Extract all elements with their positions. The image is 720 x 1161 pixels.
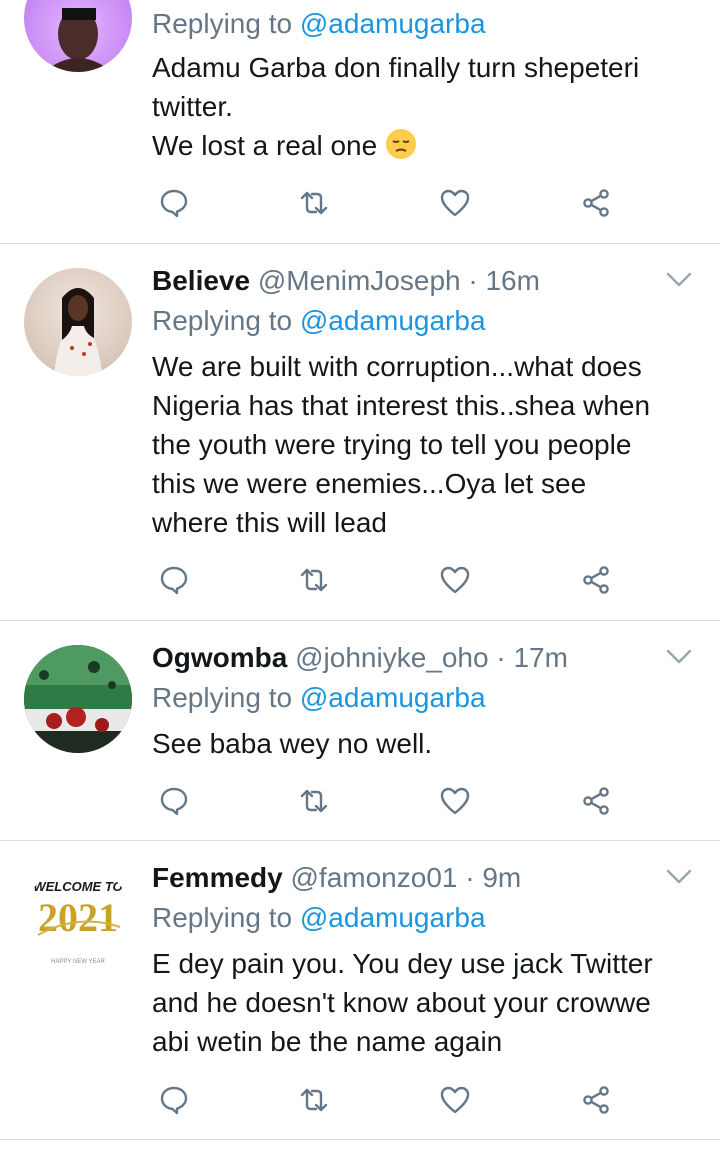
replying-label: Replying to — [152, 305, 293, 336]
share-icon — [583, 1086, 609, 1114]
text-line: See baba wey no well. — [152, 728, 433, 759]
timestamp: · 17m — [496, 642, 568, 673]
text-line: Adamu Garba don finally turn shepeteri — [152, 52, 640, 83]
like-button[interactable] — [435, 781, 475, 821]
timestamp: · 16m — [468, 265, 540, 296]
avatar-image: WELCOME TO 2021 HAPPY NEW YEAR — [33, 879, 122, 965]
tweet-text: We are built with corruption...what does… — [152, 347, 700, 542]
avatar-text-line: WELCOME TO — [33, 879, 122, 894]
pensive-face-icon — [385, 128, 417, 160]
reply-button[interactable] — [154, 560, 194, 600]
avatar[interactable] — [24, 268, 132, 376]
tweet-header: Believe @MenimJoseph · 16m — [152, 261, 700, 301]
retweet-button[interactable] — [294, 183, 334, 223]
replying-label: Replying to — [152, 8, 293, 39]
mention-link[interactable]: @adamugarba — [300, 902, 486, 933]
share-icon — [583, 566, 609, 594]
share-icon — [583, 787, 609, 815]
share-icon — [583, 189, 609, 217]
tweet[interactable]: Believe @MenimJoseph · 16m Replying to @… — [0, 244, 720, 621]
mention-link[interactable]: @adamugarba — [300, 305, 486, 336]
display-name[interactable]: Believe — [152, 265, 250, 296]
tweet-header: Ogwomba @johniyke_oho · 17m — [152, 638, 700, 678]
text-line: We are built with corruption...what does — [152, 351, 642, 382]
heart-icon — [440, 787, 470, 815]
reply-button[interactable] — [154, 1080, 194, 1120]
text-line: E dey pain you. You dey use jack Twitter — [152, 948, 653, 979]
reply-icon — [160, 787, 188, 816]
text-line: abi wetin be the name again — [152, 1026, 503, 1057]
retweet-icon — [300, 1088, 328, 1112]
heart-icon — [440, 566, 470, 594]
avatar[interactable] — [24, 0, 132, 72]
avatar-photo — [24, 645, 132, 753]
retweet-button[interactable] — [294, 781, 334, 821]
text-line: the youth were trying to tell you people — [152, 429, 632, 460]
replying-to: Replying to @adamugarba — [152, 4, 700, 44]
display-name[interactable]: Femmedy — [152, 862, 283, 893]
display-name[interactable]: Ogwomba — [152, 642, 287, 673]
replying-label: Replying to — [152, 682, 293, 713]
reply-icon — [160, 1086, 188, 1115]
tweet[interactable]: Ogwomba @johniyke_oho · 17m Replying to … — [0, 621, 720, 841]
text-line: where this will lead — [152, 507, 387, 538]
tweet-text: Adamu Garba don finally turn shepeteri t… — [152, 48, 700, 165]
text-line: twitter. — [152, 91, 233, 122]
like-button[interactable] — [435, 183, 475, 223]
user-handle[interactable]: @johniyke_oho — [295, 642, 488, 673]
user-handle[interactable]: @MenimJoseph — [258, 265, 461, 296]
retweet-button[interactable] — [294, 560, 334, 600]
retweet-icon — [300, 789, 328, 813]
user-handle[interactable]: @famonzo01 — [291, 862, 458, 893]
replying-label: Replying to — [152, 902, 293, 933]
reply-icon — [160, 566, 188, 595]
reply-button[interactable] — [154, 183, 194, 223]
timestamp: · 9m — [465, 862, 522, 893]
share-button[interactable] — [576, 1080, 616, 1120]
tweet[interactable]: Replying to @adamugarba Adamu Garba don … — [0, 0, 720, 244]
heart-icon — [440, 1086, 470, 1114]
text-line: We lost a real one — [152, 126, 700, 165]
retweet-icon — [300, 568, 328, 592]
avatar-photo — [54, 288, 102, 376]
text-line-content: We lost a real one — [152, 130, 378, 161]
share-button[interactable] — [576, 560, 616, 600]
share-button[interactable] — [576, 781, 616, 821]
reply-icon — [160, 189, 188, 218]
tweet-text: See baba wey no well. — [152, 724, 700, 763]
mention-link[interactable]: @adamugarba — [300, 682, 486, 713]
retweet-button[interactable] — [294, 1080, 334, 1120]
replying-to: Replying to @adamugarba — [152, 301, 700, 341]
replying-to: Replying to @adamugarba — [152, 678, 700, 718]
avatar[interactable] — [24, 645, 132, 753]
heart-icon — [440, 189, 470, 217]
avatar-photo — [44, 8, 112, 72]
replying-to: Replying to @adamugarba — [152, 898, 700, 938]
tweet-text: E dey pain you. You dey use jack Twitter… — [152, 944, 700, 1061]
like-button[interactable] — [435, 560, 475, 600]
reply-button[interactable] — [154, 781, 194, 821]
avatar-text-line: 2021 — [38, 895, 118, 940]
like-button[interactable] — [435, 1080, 475, 1120]
share-button[interactable] — [576, 183, 616, 223]
avatar[interactable]: WELCOME TO 2021 HAPPY NEW YEAR — [24, 865, 132, 973]
avatar-text-line: HAPPY NEW YEAR — [51, 959, 105, 965]
text-line: Nigeria has that interest this..shea whe… — [152, 390, 651, 421]
text-line: this we were enemies...Oya let see — [152, 468, 587, 499]
tweet-header: Femmedy @famonzo01 · 9m — [152, 858, 700, 898]
mention-link[interactable]: @adamugarba — [300, 8, 486, 39]
tweet[interactable]: WELCOME TO 2021 HAPPY NEW YEAR Femmedy @… — [0, 841, 720, 1140]
text-line: and he doesn't know about your crowwe — [152, 987, 651, 1018]
retweet-icon — [300, 191, 328, 215]
